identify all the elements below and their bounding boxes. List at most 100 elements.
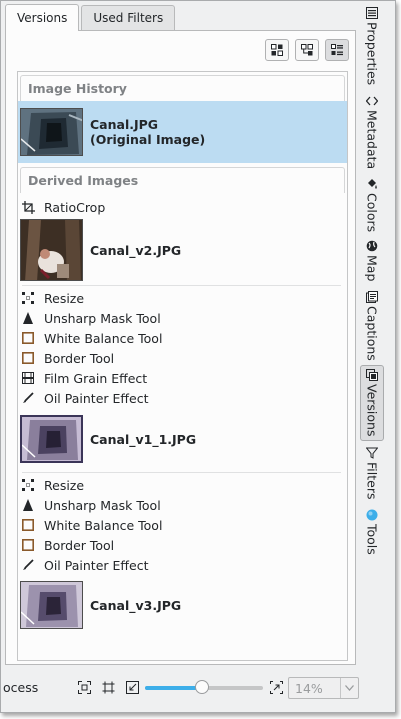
captions-icon <box>366 291 378 303</box>
version-item-original[interactable]: Canal.JPG (Original Image) <box>18 101 347 163</box>
version-thumbnail <box>20 415 83 463</box>
film-icon <box>21 371 35 385</box>
border-icon <box>21 538 35 552</box>
version-filename: Canal.JPG <box>90 117 159 132</box>
filter-item[interactable]: RatioCrop <box>18 197 347 217</box>
filter-item[interactable]: Oil Painter Effect <box>18 388 347 408</box>
tools-icon <box>366 509 378 521</box>
filter-item[interactable]: Border Tool <box>18 348 347 368</box>
sidebar-tab-map[interactable]: Map <box>360 240 384 281</box>
filter-label: RatioCrop <box>44 199 106 215</box>
sidebar-tab-metadata[interactable]: Metadata <box>360 95 384 169</box>
zoom-level-value: 14% <box>295 680 323 696</box>
zoom-original-icon <box>102 681 114 693</box>
zoom-fit-icon <box>77 680 91 694</box>
sidebar-tab-label: Versions <box>364 384 380 437</box>
versions-dock-window: Versions Used Filters Image History Cana… <box>0 0 396 713</box>
filter-item[interactable]: Oil Painter Effect <box>18 555 347 575</box>
status-text: ocess <box>3 680 39 695</box>
sidebar-tab-filters[interactable]: Filters <box>360 447 384 499</box>
divider <box>22 285 341 286</box>
image-history-header: Image History <box>20 75 345 101</box>
filter-label: Border Tool <box>44 537 115 553</box>
version-filename: Canal_v1_1.JPG <box>90 431 197 447</box>
filter-item[interactable]: Unsharp Mask Tool <box>18 495 347 515</box>
version-thumbnail <box>20 219 83 281</box>
grid-view-button[interactable] <box>265 39 289 61</box>
tab-label: Versions <box>17 11 68 25</box>
section-title: Image History <box>28 81 127 96</box>
version-name: Canal_v3.JPG <box>90 598 181 613</box>
zoom-slider-fill <box>145 686 202 690</box>
zoom-to-100-button[interactable] <box>101 680 115 694</box>
version-list: Image History Canal.JPG (Original Image)… <box>17 71 348 661</box>
sidebar-tab-label: Filters <box>364 462 380 500</box>
sidebar-tab-versions[interactable]: Versions <box>360 365 384 442</box>
version-thumbnail <box>20 108 83 156</box>
filter-label: Unsharp Mask Tool <box>44 497 161 513</box>
resize-icon <box>21 291 35 305</box>
view-mode-buttons <box>265 39 349 61</box>
tab-versions[interactable]: Versions <box>5 4 80 31</box>
zoom-in-button[interactable] <box>269 680 283 694</box>
zoom-in-icon <box>269 680 283 694</box>
filter-label: Oil Painter Effect <box>44 390 149 406</box>
zoom-level-combo[interactable]: 14% <box>288 677 359 699</box>
border-icon <box>21 351 35 365</box>
brush-icon <box>21 391 35 405</box>
tab-used-filters[interactable]: Used Filters <box>81 5 176 30</box>
filter-item[interactable]: White Balance Tool <box>18 515 347 535</box>
sharpen-icon <box>21 498 35 512</box>
white-balance-icon <box>21 331 35 345</box>
filter-item[interactable]: Unsharp Mask Tool <box>18 308 347 328</box>
filter-label: White Balance Tool <box>44 517 163 533</box>
version-item-canal-v3[interactable]: Canal_v3.JPG <box>18 575 347 635</box>
sidebar-tab-tools[interactable]: Tools <box>360 509 384 555</box>
sidebar-tab-properties[interactable]: Properties <box>360 7 384 85</box>
filter-label: Oil Painter Effect <box>44 557 149 573</box>
filter-item[interactable]: Resize <box>18 288 347 308</box>
zoom-out-button[interactable] <box>125 680 139 694</box>
sidebar-tab-label: Captions <box>364 306 380 361</box>
globe-icon <box>366 240 378 252</box>
resize-icon <box>21 478 35 492</box>
list-view-button[interactable] <box>325 39 349 61</box>
tree-view-button[interactable] <box>295 39 319 61</box>
filter-item[interactable]: Border Tool <box>18 535 347 555</box>
filter-label: Unsharp Mask Tool <box>44 310 161 326</box>
tab-bar: Versions Used Filters <box>5 4 176 31</box>
zoom-to-fit-button[interactable] <box>77 680 91 694</box>
sidebar-tab-label: Properties <box>364 22 380 86</box>
colors-icon <box>368 179 377 189</box>
properties-icon <box>366 7 378 19</box>
filter-label: Film Grain Effect <box>44 370 148 386</box>
crop-icon <box>21 200 35 214</box>
filter-item[interactable]: Film Grain Effect <box>18 368 347 388</box>
version-item-canal-v2[interactable]: Canal_v2.JPG <box>18 217 347 283</box>
version-filename: Canal_v3.JPG <box>90 597 182 613</box>
filter-item[interactable]: Resize <box>18 475 347 495</box>
divider <box>22 472 341 473</box>
version-filename: Canal_v2.JPG <box>90 242 182 258</box>
chevron-down-icon[interactable] <box>340 678 358 698</box>
filter-label: Resize <box>44 290 85 306</box>
sidebar-tab-captions[interactable]: Captions <box>360 291 384 361</box>
versions-icon <box>366 369 378 381</box>
sidebar-tab-colors[interactable]: Colors <box>360 178 384 232</box>
tab-label: Used Filters <box>93 11 164 25</box>
version-item-canal-v1-1[interactable]: Canal_v1_1.JPG <box>18 408 347 470</box>
version-name: Canal_v2.JPG <box>90 243 181 258</box>
version-name: Canal_v1_1.JPG <box>90 432 196 447</box>
filter-label: Resize <box>44 477 85 493</box>
tree-icon <box>301 44 313 56</box>
version-name: Canal.JPG (Original Image) <box>90 117 205 147</box>
zoom-slider[interactable] <box>145 680 263 694</box>
zoom-out-icon <box>125 680 139 694</box>
filter-label: Border Tool <box>44 350 115 366</box>
filter-label: White Balance Tool <box>44 330 163 346</box>
list-icon <box>331 44 343 56</box>
filter-item[interactable]: White Balance Tool <box>18 328 347 348</box>
right-sidebar: Properties Metadata Colors Map Captions … <box>359 3 385 663</box>
zoom-slider-handle[interactable] <box>195 680 209 694</box>
section-title: Derived Images <box>28 173 139 188</box>
